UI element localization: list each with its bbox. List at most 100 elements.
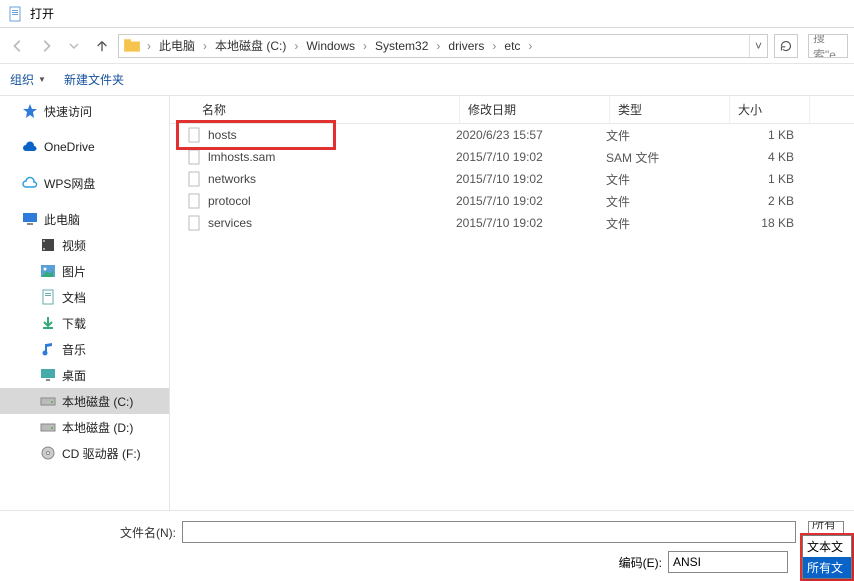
- file-icon: [186, 193, 202, 209]
- organize-menu[interactable]: 组织▼: [10, 71, 46, 88]
- sidebar-item-this-pc[interactable]: 此电脑: [0, 206, 169, 232]
- column-date[interactable]: 修改日期: [460, 96, 610, 123]
- sidebar-item-cd-f[interactable]: CD 驱动器 (F:): [0, 440, 169, 466]
- breadcrumb-segment[interactable]: drivers: [442, 35, 490, 57]
- new-folder-button[interactable]: 新建文件夹: [64, 71, 124, 88]
- chevron-right-icon: ›: [145, 39, 153, 53]
- window-title: 打开: [30, 5, 54, 22]
- picture-icon: [40, 263, 56, 279]
- chevron-right-icon: ›: [361, 39, 369, 53]
- file-date: 2015/7/10 19:02: [456, 172, 606, 186]
- sidebar-item-disk-c[interactable]: 本地磁盘 (C:): [0, 388, 169, 414]
- download-icon: [40, 315, 56, 331]
- filter-dropdown-highlight: 文本文所有文: [800, 533, 854, 581]
- disk-icon: [40, 419, 56, 435]
- forward-button[interactable]: [34, 34, 58, 58]
- toolbar: 组织▼ 新建文件夹: [0, 64, 854, 96]
- file-row[interactable]: hosts2020/6/23 15:57文件1 KB: [170, 124, 854, 146]
- file-date: 2015/7/10 19:02: [456, 150, 606, 164]
- sidebar-item-label: 视频: [62, 237, 86, 254]
- sidebar-item-label: CD 驱动器 (F:): [62, 445, 141, 462]
- filename-label: 文件名(N):: [120, 524, 176, 541]
- chevron-right-icon: ›: [292, 39, 300, 53]
- sidebar-item-downloads[interactable]: 下载: [0, 310, 169, 336]
- filter-dropdown-popup[interactable]: 文本文所有文: [802, 535, 852, 579]
- column-headers[interactable]: 名称 修改日期 类型 大小: [170, 96, 854, 124]
- filter-option[interactable]: 文本文: [803, 536, 851, 557]
- file-icon: [186, 171, 202, 187]
- file-name: protocol: [208, 194, 456, 208]
- cd-icon: [40, 445, 56, 461]
- file-date: 2015/7/10 19:02: [456, 194, 606, 208]
- breadcrumb-segment[interactable]: 此电脑: [153, 35, 201, 57]
- sidebar-item-label: 此电脑: [44, 211, 80, 228]
- column-size[interactable]: 大小: [730, 96, 810, 123]
- sidebar-item-label: 下载: [62, 315, 86, 332]
- sidebar-item-label: 快速访问: [44, 103, 92, 120]
- breadcrumb-segment[interactable]: 本地磁盘 (C:): [209, 35, 292, 57]
- file-row[interactable]: services2015/7/10 19:02文件18 KB: [170, 212, 854, 234]
- file-row[interactable]: networks2015/7/10 19:02文件1 KB: [170, 168, 854, 190]
- sidebar-item-label: 桌面: [62, 367, 86, 384]
- breadcrumb-segment[interactable]: System32: [369, 35, 434, 57]
- filename-input[interactable]: [182, 521, 796, 543]
- breadcrumb[interactable]: › 此电脑›本地磁盘 (C:)›Windows›System32›drivers…: [118, 34, 768, 58]
- file-size: 18 KB: [726, 216, 806, 230]
- sidebar[interactable]: 快速访问 OneDrive WPS网盘此电脑视频图片文档下载音乐桌面本地磁盘 (C:…: [0, 96, 170, 516]
- file-name: hosts: [208, 128, 456, 142]
- sidebar-item-pictures[interactable]: 图片: [0, 258, 169, 284]
- film-icon: [40, 237, 56, 253]
- chevron-right-icon: ›: [201, 39, 209, 53]
- back-button[interactable]: [6, 34, 30, 58]
- sidebar-item-label: 本地磁盘 (D:): [62, 419, 133, 436]
- file-icon: [186, 127, 202, 143]
- sidebar-item-desktop[interactable]: 桌面: [0, 362, 169, 388]
- sidebar-item-documents[interactable]: 文档: [0, 284, 169, 310]
- sidebar-item-label: 音乐: [62, 341, 86, 358]
- file-icon: [186, 215, 202, 231]
- file-type: SAM 文件: [606, 149, 726, 166]
- desktop-icon: [40, 367, 56, 383]
- sidebar-item-quick-access[interactable]: 快速访问: [0, 98, 169, 124]
- main-area: 快速访问 OneDrive WPS网盘此电脑视频图片文档下载音乐桌面本地磁盘 (C:…: [0, 96, 854, 516]
- monitor-icon: [22, 211, 38, 227]
- up-button[interactable]: [90, 34, 114, 58]
- file-name: networks: [208, 172, 456, 186]
- file-row[interactable]: lmhosts.sam2015/7/10 19:02SAM 文件4 KB: [170, 146, 854, 168]
- chevron-right-icon: ›: [526, 39, 534, 53]
- chevron-right-icon: ›: [434, 39, 442, 53]
- disk-icon: [40, 393, 56, 409]
- column-name[interactable]: 名称: [170, 96, 460, 123]
- sidebar-item-music[interactable]: 音乐: [0, 336, 169, 362]
- sidebar-item-disk-d[interactable]: 本地磁盘 (D:): [0, 414, 169, 440]
- refresh-button[interactable]: [774, 34, 798, 58]
- file-size: 4 KB: [726, 150, 806, 164]
- breadcrumb-segment[interactable]: Windows: [300, 35, 361, 57]
- breadcrumb-segment[interactable]: etc: [498, 35, 526, 57]
- recent-dropdown[interactable]: [62, 34, 86, 58]
- star-icon: [22, 103, 38, 119]
- sidebar-item-wps-cloud[interactable]: WPS网盘: [0, 170, 169, 196]
- encoding-label: 编码(E):: [619, 554, 662, 571]
- document-icon: [8, 6, 24, 22]
- file-size: 1 KB: [726, 172, 806, 186]
- file-row[interactable]: protocol2015/7/10 19:02文件2 KB: [170, 190, 854, 212]
- chevron-right-icon: ›: [490, 39, 498, 53]
- sidebar-item-onedrive[interactable]: OneDrive: [0, 134, 169, 160]
- search-input[interactable]: 搜索"e: [808, 34, 848, 58]
- encoding-select[interactable]: ANSI: [668, 551, 788, 573]
- folder-icon: [123, 37, 141, 55]
- address-bar: › 此电脑›本地磁盘 (C:)›Windows›System32›drivers…: [0, 28, 854, 64]
- file-name: services: [208, 216, 456, 230]
- sidebar-item-label: 图片: [62, 263, 86, 280]
- file-size: 2 KB: [726, 194, 806, 208]
- sidebar-item-label: OneDrive: [44, 140, 95, 154]
- sidebar-item-videos[interactable]: 视频: [0, 232, 169, 258]
- breadcrumb-dropdown[interactable]: ˅: [749, 35, 767, 57]
- filter-option[interactable]: 所有文: [803, 557, 851, 578]
- file-list: 名称 修改日期 类型 大小 hosts2020/6/23 15:57文件1 KB…: [170, 96, 854, 516]
- column-type[interactable]: 类型: [610, 96, 730, 123]
- cloud-icon: [22, 139, 38, 155]
- sidebar-item-label: 本地磁盘 (C:): [62, 393, 133, 410]
- file-type: 文件: [606, 215, 726, 232]
